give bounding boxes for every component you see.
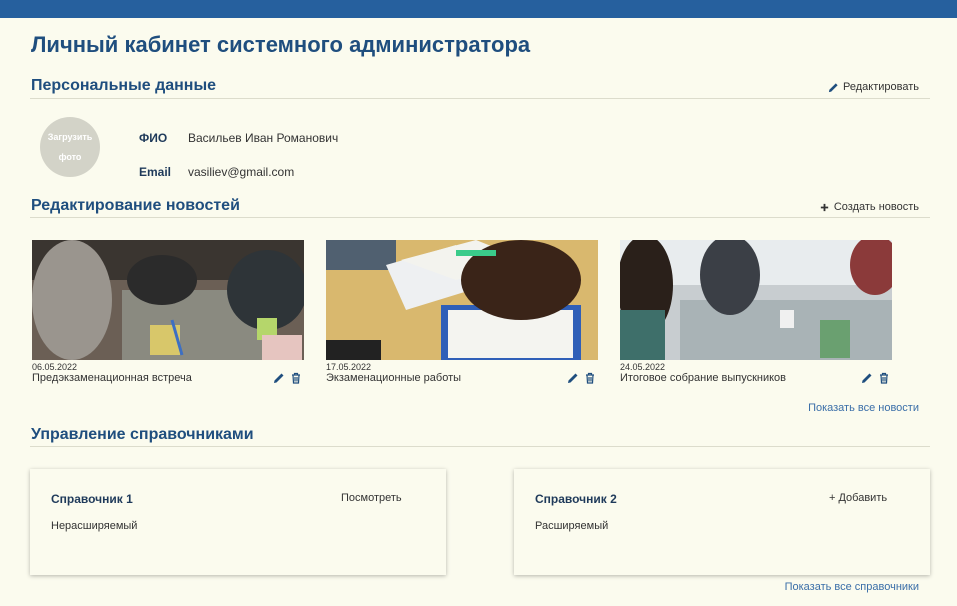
email-value: vasiliev@gmail.com — [188, 165, 295, 179]
trash-icon — [880, 372, 888, 384]
reference-type: Нерасширяемый — [51, 520, 138, 532]
reference-type: Расширяемый — [535, 520, 609, 532]
delete-news-button[interactable] — [290, 372, 302, 384]
divider — [30, 446, 930, 447]
top-bar — [0, 0, 957, 18]
edit-news-button[interactable] — [567, 372, 579, 384]
news-date: 06.05.2022 — [32, 362, 78, 372]
edit-news-button[interactable] — [273, 372, 285, 384]
news-image — [326, 240, 598, 360]
show-all-news-link[interactable]: Показать все новости — [808, 402, 919, 414]
news-card: 06.05.2022 Предэкзаменационная встреча — [32, 240, 304, 384]
divider — [30, 98, 930, 99]
trash-icon — [292, 372, 300, 384]
avatar-upload[interactable]: Загрузить фото — [40, 117, 100, 177]
news-title: Итоговое собрание выпускников — [620, 372, 787, 384]
email-label: Email — [139, 165, 172, 179]
news-date: 24.05.2022 — [620, 362, 666, 372]
divider — [30, 217, 930, 218]
edit-news-button[interactable] — [861, 372, 873, 384]
news-card: 17.05.2022 Экзаменационные работы — [326, 240, 598, 384]
news-image — [32, 240, 304, 360]
delete-news-button[interactable] — [584, 372, 596, 384]
reference-card: Справочник 1 Посмотреть Нерасширяемый — [30, 469, 446, 575]
plus-icon — [820, 203, 828, 211]
page-title: Личный кабинет системного администратора — [31, 32, 531, 57]
create-news-button[interactable]: Создать новость — [819, 201, 919, 213]
news-card: 24.05.2022 Итоговое собрание выпускников — [620, 240, 892, 384]
pencil-icon — [862, 373, 872, 383]
pencil-icon — [568, 373, 578, 383]
avatar-upload-label: Загрузить фото — [47, 132, 93, 162]
news-date: 17.05.2022 — [326, 362, 372, 372]
news-title: Экзаменационные работы — [326, 372, 462, 384]
trash-icon — [586, 372, 594, 384]
reference-card: Справочник 2 + Добавить Расширяемый — [514, 469, 930, 575]
edit-profile-button[interactable]: Редактировать — [828, 81, 919, 93]
section-title-references: Управление справочниками — [31, 426, 254, 443]
fio-value: Васильев Иван Романович — [188, 131, 339, 145]
section-title-personal: Персональные данные — [31, 77, 217, 94]
show-all-references-link[interactable]: Показать все справочники — [785, 581, 919, 593]
fio-label: ФИО — [139, 131, 168, 145]
delete-news-button[interactable] — [878, 372, 890, 384]
view-reference-button[interactable]: Посмотреть — [341, 492, 402, 504]
section-title-news: Редактирование новостей — [31, 197, 240, 214]
news-title: Предэкзаменационная встреча — [32, 372, 192, 384]
pencil-icon — [274, 373, 284, 383]
create-news-label: Создать новость — [833, 201, 919, 213]
add-reference-button[interactable]: + Добавить — [829, 492, 887, 504]
pencil-icon — [828, 82, 838, 92]
reference-name: Справочник 2 — [535, 492, 617, 506]
reference-name: Справочник 1 — [51, 492, 133, 506]
edit-profile-label: Редактировать — [843, 81, 919, 93]
news-image — [620, 240, 892, 360]
